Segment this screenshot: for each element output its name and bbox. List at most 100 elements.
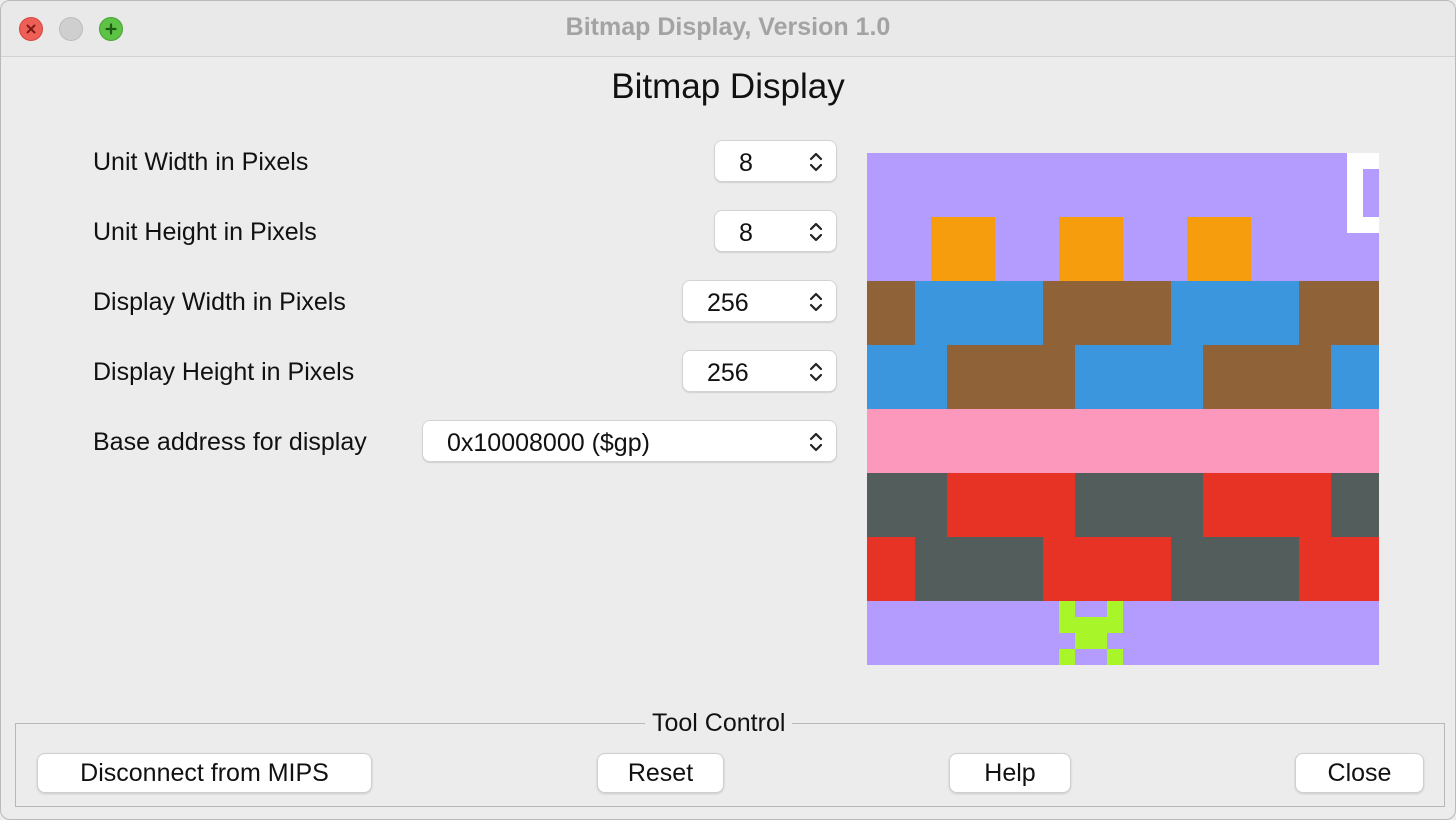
bitmap-canvas [867, 153, 1379, 665]
bitmap-pixel-run [1171, 585, 1299, 601]
bitmap-pixel-run [867, 153, 1347, 169]
bitmap-pixel-run [1107, 601, 1123, 617]
bitmap-pixel-run [1347, 169, 1363, 185]
bitmap-pixel-run [947, 521, 1075, 537]
unit-width-label: Unit Width in Pixels [93, 148, 309, 176]
bitmap-pixel-run [1043, 537, 1171, 553]
updown-chevron-icon [809, 152, 823, 172]
unit-width-select[interactable]: 8 [714, 140, 837, 182]
bitmap-pixel-run [931, 233, 995, 249]
bitmap-pixel-run [995, 249, 1059, 265]
bitmap-pixel-run [1171, 297, 1299, 313]
bitmap-pixel-run [867, 185, 1347, 201]
bitmap-pixel-run [915, 297, 1043, 313]
bitmap-pixel-run [1059, 249, 1123, 265]
updown-chevron-icon [809, 292, 823, 312]
bitmap-pixel-run [1059, 617, 1123, 633]
bitmap-pixel-run [1171, 313, 1299, 329]
bitmap-pixel-run [1347, 201, 1363, 217]
base-address-label: Base address for display [93, 428, 367, 456]
bitmap-pixel-run [867, 393, 947, 409]
bitmap-pixel-run [1251, 233, 1379, 249]
display-width-select[interactable]: 256 [682, 280, 837, 322]
bitmap-pixel-run [1363, 169, 1379, 185]
disconnect-button[interactable]: Disconnect from MIPS [37, 753, 372, 793]
bitmap-pixel-run [1331, 393, 1379, 409]
bitmap-pixel-run [1059, 649, 1075, 665]
bitmap-pixel-run [1123, 649, 1379, 665]
bitmap-pixel-run [1059, 601, 1075, 617]
bitmap-pixel-run [1299, 313, 1379, 329]
bitmap-pixel-run [1075, 633, 1107, 649]
bitmap-pixel-run [867, 457, 1379, 473]
bitmap-pixel-run [867, 617, 1059, 633]
bitmap-pixel-run [867, 377, 947, 393]
bitmap-pixel-run [1123, 265, 1187, 281]
bitmap-pixel-run [931, 265, 995, 281]
bitmap-pixel-run [1203, 361, 1331, 377]
bitmap-pixel-run [1203, 377, 1331, 393]
bitmap-pixel-run [947, 345, 1075, 361]
bitmap-pixel-run [1187, 217, 1251, 233]
bitmap-pixel-run [867, 409, 1379, 425]
bitmap-pixel-run [1203, 393, 1331, 409]
base-address-value: 0x10008000 ($gp) [447, 429, 650, 457]
bitmap-pixel-run [931, 249, 995, 265]
bitmap-pixel-run [1123, 233, 1187, 249]
bitmap-pixel-run [1331, 361, 1379, 377]
display-height-select[interactable]: 256 [682, 350, 837, 392]
bitmap-pixel-run [1043, 553, 1171, 569]
bitmap-pixel-run [1043, 297, 1171, 313]
updown-chevron-icon [809, 432, 823, 452]
bitmap-pixel-run [995, 217, 1059, 233]
bitmap-pixel-run [867, 345, 947, 361]
bitmap-pixel-run [1187, 233, 1251, 249]
help-button[interactable]: Help [949, 753, 1071, 793]
close-button[interactable]: Close [1295, 753, 1424, 793]
bitmap-pixel-run [867, 537, 915, 553]
display-width-value: 256 [707, 289, 749, 317]
bitmap-pixel-run [1123, 249, 1187, 265]
unit-height-value: 8 [739, 219, 753, 247]
bitmap-display-window: Bitmap Display, Version 1.0 Bitmap Displ… [0, 0, 1456, 820]
bitmap-pixel-run [947, 489, 1075, 505]
bitmap-pixel-run [1107, 649, 1123, 665]
bitmap-pixel-run [1123, 617, 1379, 633]
bitmap-pixel-run [915, 569, 1043, 585]
bitmap-pixel-run [1331, 377, 1379, 393]
display-height-value: 256 [707, 359, 749, 387]
title-bar[interactable]: Bitmap Display, Version 1.0 [1, 1, 1455, 57]
bitmap-pixel-run [1075, 601, 1107, 617]
bitmap-pixel-run [1059, 217, 1123, 233]
bitmap-pixel-run [867, 361, 947, 377]
bitmap-pixel-run [1107, 633, 1379, 649]
bitmap-pixel-run [1043, 281, 1171, 297]
display-height-label: Display Height in Pixels [93, 358, 355, 386]
bitmap-pixel-run [1347, 185, 1363, 201]
reset-button[interactable]: Reset [597, 753, 724, 793]
updown-chevron-icon [809, 222, 823, 242]
bitmap-pixel-run [1059, 265, 1123, 281]
bitmap-pixel-run [1331, 505, 1379, 521]
bitmap-pixel-run [867, 249, 931, 265]
bitmap-pixel-run [947, 473, 1075, 489]
base-address-select[interactable]: 0x10008000 ($gp) [422, 420, 837, 462]
bitmap-pixel-run [1075, 345, 1203, 361]
bitmap-pixel-run [1251, 249, 1379, 265]
unit-height-select[interactable]: 8 [714, 210, 837, 252]
bitmap-pixel-run [1123, 217, 1187, 233]
bitmap-pixel-run [867, 201, 1347, 217]
bitmap-pixel-run [931, 217, 995, 233]
bitmap-pixel-run [915, 585, 1043, 601]
bitmap-pixel-run [1075, 393, 1203, 409]
bitmap-pixel-run [1299, 329, 1379, 345]
page-title: Bitmap Display [611, 67, 845, 106]
bitmap-pixel-run [867, 329, 915, 345]
bitmap-pixel-run [867, 585, 915, 601]
bitmap-pixel-run [1299, 537, 1379, 553]
bitmap-pixel-run [1203, 473, 1331, 489]
bitmap-pixel-run [867, 473, 947, 489]
bitmap-pixel-run [1203, 505, 1331, 521]
bitmap-pixel-run [947, 505, 1075, 521]
bitmap-pixel-run [867, 425, 1379, 441]
